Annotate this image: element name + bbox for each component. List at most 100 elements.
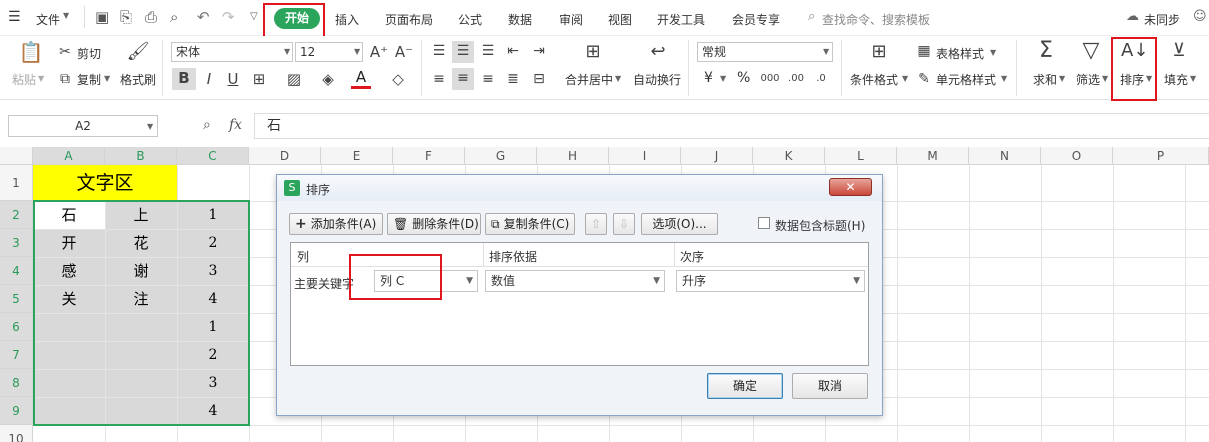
italic-icon[interactable]: I (201, 69, 217, 89)
row-header[interactable]: 6 (0, 313, 33, 341)
fill-button[interactable]: 填充 (1164, 71, 1188, 88)
column-header[interactable]: G (465, 147, 537, 165)
column-header[interactable]: F (393, 147, 465, 165)
chevron-down-icon[interactable]: ▼ (902, 74, 908, 83)
sort-order-select[interactable]: 升序 ▼ (676, 270, 865, 292)
fill-color-icon[interactable]: ◈ (317, 69, 339, 89)
row-header[interactable]: 5 (0, 285, 33, 313)
column-header[interactable]: I (609, 147, 681, 165)
add-condition-button[interactable]: + 添加条件(A) (289, 213, 383, 235)
dialog-titlebar[interactable] (277, 175, 882, 201)
chevron-down-icon[interactable]: ▼ (284, 47, 290, 56)
tab-developer[interactable]: 开发工具 (657, 11, 705, 28)
column-header[interactable]: O (1041, 147, 1113, 165)
chevron-down-icon[interactable]: ▼ (1001, 74, 1007, 83)
select-all-corner[interactable] (0, 147, 33, 165)
column-header[interactable]: A (33, 147, 105, 165)
header-checkbox-label[interactable]: 数据包含标题(H) (775, 217, 865, 234)
function-icon[interactable]: fx (229, 117, 242, 133)
align-center-icon[interactable]: ≡ (452, 68, 474, 90)
name-box[interactable]: A2 (8, 115, 158, 137)
cell-style-button[interactable]: 单元格样式 (936, 71, 996, 88)
format-painter-button[interactable]: 格式刷 (120, 71, 156, 88)
row-header[interactable]: 4 (0, 257, 33, 285)
formula-input[interactable]: 石 (254, 113, 1209, 139)
chevron-down-icon[interactable]: ▼ (63, 11, 69, 20)
column-header[interactable]: B (105, 147, 177, 165)
font-color-icon[interactable]: A (351, 69, 371, 89)
column-header[interactable]: J (681, 147, 753, 165)
column-header[interactable]: K (753, 147, 825, 165)
number-format-select[interactable]: 常规 (697, 42, 833, 62)
underline-icon[interactable]: U (225, 69, 241, 89)
chevron-down-icon[interactable]: ▼ (104, 74, 110, 83)
column-header[interactable]: D (249, 147, 321, 165)
sync-status[interactable]: 未同步 (1144, 11, 1180, 28)
row-header[interactable]: 1 (0, 165, 33, 201)
wrap-text-button[interactable]: 自动换行 (633, 71, 681, 88)
chevron-down-icon[interactable]: ▼ (990, 48, 996, 57)
tab-data[interactable]: 数据 (508, 11, 532, 28)
delete-condition-button[interactable]: 🗑 删除条件(D) (387, 213, 481, 235)
sum-button[interactable]: 求和 (1033, 71, 1057, 88)
undo-icon[interactable]: ↶ (197, 8, 210, 26)
thousands-icon[interactable]: 000 (760, 69, 780, 89)
increase-font-icon[interactable]: A⁺ (369, 42, 389, 62)
row-header[interactable]: 8 (0, 369, 33, 397)
increase-indent-icon[interactable]: ⇥ (530, 41, 548, 61)
export-icon[interactable]: ⎘ (120, 8, 132, 26)
redo-icon[interactable]: ↷ (222, 8, 235, 26)
command-search[interactable]: 查找命令、搜索模板 (822, 11, 930, 28)
move-up-button[interactable]: ⇧ (585, 213, 607, 235)
align-left-icon[interactable]: ≡ (430, 69, 448, 89)
tab-review[interactable]: 审阅 (559, 11, 583, 28)
chevron-down-icon[interactable]: ▼ (38, 74, 44, 83)
cell-style-icon[interactable]: ✎ (915, 69, 933, 89)
copy-icon[interactable]: ⧉ (56, 69, 74, 89)
tab-insert[interactable]: 插入 (335, 11, 359, 28)
decrease-decimal-icon[interactable]: .0 (811, 69, 831, 89)
border-icon[interactable]: ⊞ (248, 69, 270, 89)
font-size-select[interactable]: 12 (295, 42, 363, 62)
row-header[interactable]: 10 (0, 425, 33, 442)
ok-button[interactable]: 确定 (707, 373, 783, 399)
column-header[interactable]: N (969, 147, 1041, 165)
file-menu[interactable]: 文件 (36, 11, 60, 28)
move-down-button[interactable]: ⇩ (613, 213, 635, 235)
filter-icon[interactable]: ▽ (1078, 40, 1104, 62)
header-cell[interactable]: 文字区 (33, 165, 177, 201)
wrap-text-icon[interactable]: ↩ (645, 42, 671, 62)
column-header[interactable]: C (177, 147, 249, 165)
clear-icon[interactable]: ◇ (387, 69, 409, 89)
menu-icon[interactable]: ☰ (8, 9, 21, 25)
currency-button[interactable]: ¥ (704, 70, 713, 86)
distribute-icon[interactable]: ⊟ (530, 69, 548, 89)
merge-center-icon[interactable]: ⊞ (580, 42, 606, 62)
align-middle-icon[interactable]: ☰ (452, 41, 474, 63)
paste-icon[interactable]: 📋 (16, 42, 46, 62)
chevron-down-icon[interactable]: ▼ (1190, 74, 1196, 83)
copy-button[interactable]: 复制 (77, 71, 101, 88)
column-header[interactable]: M (897, 147, 969, 165)
cancel-button[interactable]: 取消 (792, 373, 868, 399)
format-painter-icon[interactable]: 🖌 (126, 42, 150, 62)
cut-button[interactable]: 剪切 (77, 45, 101, 62)
chevron-down-icon[interactable]: ▼ (1059, 74, 1065, 83)
chevron-down-icon[interactable]: ▼ (1102, 74, 1108, 83)
tab-formulas[interactable]: 公式 (458, 11, 482, 28)
bold-icon[interactable]: B (172, 68, 196, 90)
chevron-down-icon[interactable]: ▼ (615, 74, 621, 83)
row-header[interactable]: 7 (0, 341, 33, 369)
percent-button[interactable]: % (737, 70, 750, 86)
column-header[interactable]: H (537, 147, 609, 165)
print-icon[interactable]: ⎙ (145, 8, 157, 26)
row-header[interactable]: 9 (0, 397, 33, 425)
print-preview-icon[interactable]: ⌕ (170, 8, 178, 26)
decrease-font-icon[interactable]: A⁻ (394, 42, 414, 62)
tab-view[interactable]: 视图 (608, 11, 632, 28)
sort-basis-select[interactable]: 数值 ▼ (485, 270, 665, 292)
conditional-format-button[interactable]: 条件格式 (850, 71, 898, 88)
increase-decimal-icon[interactable]: .00 (786, 69, 806, 89)
conditional-format-icon[interactable]: ⊞ (866, 42, 892, 62)
chevron-down-icon[interactable]: ▼ (720, 74, 726, 83)
